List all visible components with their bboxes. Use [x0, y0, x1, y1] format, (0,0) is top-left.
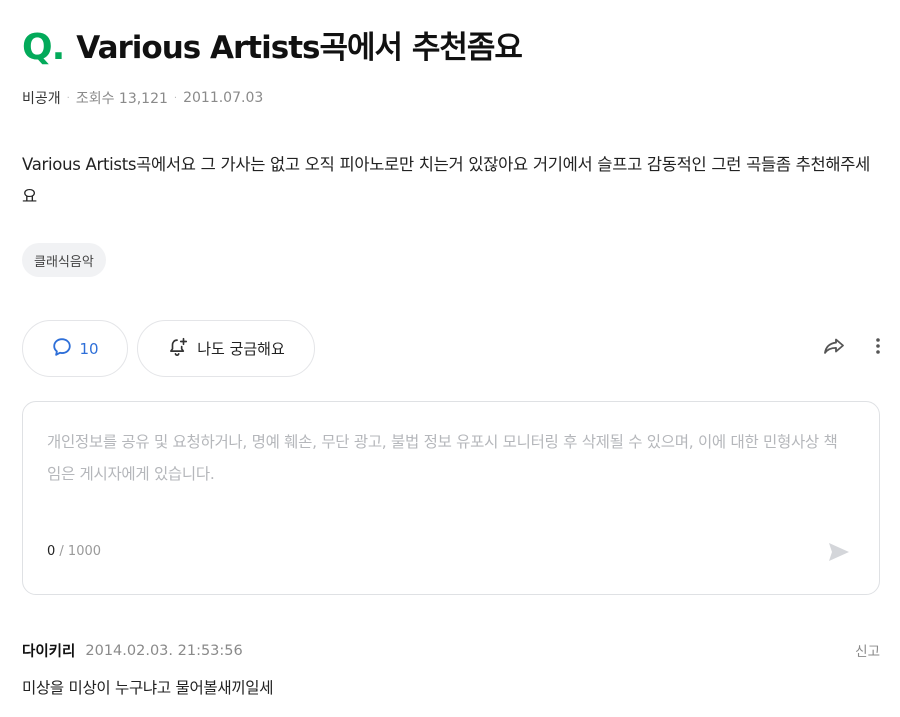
more-options-button[interactable] [868, 336, 888, 360]
share-icon [822, 336, 846, 360]
view-count: 조회수 13,121 [75, 91, 168, 107]
report-button[interactable]: 신고 [855, 640, 880, 660]
question-body: Various Artists곡에서요 그 가사는 없고 오직 피아노로만 치는… [22, 155, 871, 206]
question-mark: Q. [22, 27, 65, 68]
send-icon [828, 542, 850, 566]
comment-count-button[interactable]: 10 [22, 320, 128, 377]
bell-plus-icon [167, 336, 197, 362]
question-author: 비공개 [22, 91, 61, 107]
category-tag[interactable]: 클래식음악 [22, 243, 106, 277]
meta-separator: · [66, 92, 70, 104]
reply-text: 미상을 미상이 누구냐고 물어볼새끼일세 [22, 679, 274, 697]
comment-count: 10 [79, 339, 99, 358]
char-count-max: / 1000 [59, 544, 102, 559]
share-button[interactable] [821, 336, 847, 360]
char-counter: 0 / 1000 [47, 544, 101, 559]
question-meta: 비공개 · 조회수 13,121 · 2011.07.03 [22, 88, 263, 108]
reply-item: 다이키리 2014.02.03. 21:53:56 신고 미상을 미상이 누구냐… [22, 640, 880, 698]
char-count-current: 0 [47, 544, 56, 559]
meta-separator: · [173, 92, 178, 104]
comment-icon [51, 336, 79, 362]
question-date: 2011.07.03 [183, 90, 264, 106]
reply-date: 2014.02.03. 21:53:56 [85, 642, 243, 659]
send-button[interactable] [827, 542, 851, 566]
comment-input[interactable] [47, 426, 847, 506]
curious-label: 나도 궁금해요 [197, 340, 285, 358]
reply-author[interactable]: 다이키리 [22, 640, 75, 661]
more-vertical-icon [875, 337, 881, 359]
curious-button[interactable]: 나도 궁금해요 [137, 320, 315, 377]
question-title: Q. Various Artists곡에서 추천좀요 [22, 27, 523, 68]
reply-header: 다이키리 2014.02.03. 21:53:56 [22, 640, 880, 661]
comment-composer: 0 / 1000 [22, 401, 880, 595]
question-title-text: Various Artists곡에서 추천좀요 [76, 29, 523, 66]
